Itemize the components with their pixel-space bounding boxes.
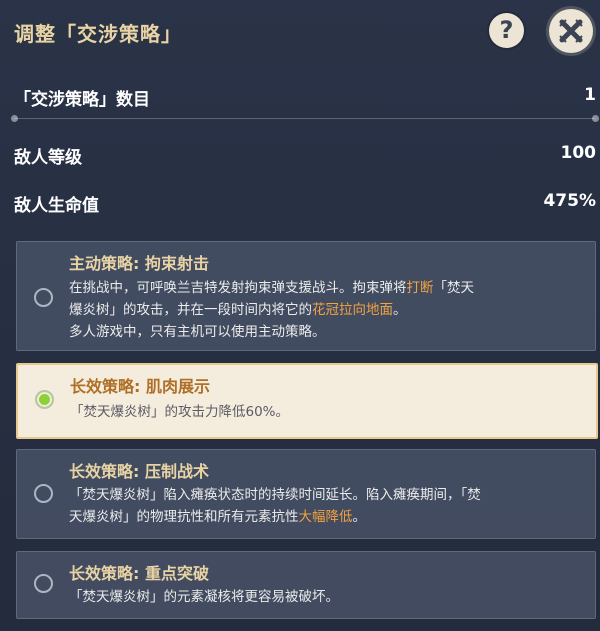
desc-text: 在挑战中，可呼唤兰吉特发射拘束弹支援战斗。拘束弹将 [69, 280, 407, 296]
desc-text: 「焚天爆炎树」的攻击力降低60%。 [70, 404, 290, 420]
radio-unselected[interactable] [34, 288, 53, 307]
strategy-description: 在挑战中，可呼唤兰吉特发射拘束弹支援战斗。拘束弹将打断「焚天 爆炎树」的攻击，并… [69, 277, 581, 343]
radio-selected[interactable] [35, 390, 54, 409]
strategy-description: 「焚天爆炎树」的元素凝核将更容易被破坏。 [69, 586, 581, 608]
radio-unselected[interactable] [34, 574, 53, 593]
desc-highlight: 大幅降低 [298, 509, 353, 525]
strategy-description: 「焚天爆炎树」陷入瘫痪状态时的持续时间延长。陷入瘫痪期间，「焚 天爆炎树」的物理… [69, 484, 581, 528]
strategy-card-restraint-shot[interactable]: 主动策略: 拘束射击 在挑战中，可呼唤兰吉特发射拘束弹支援战斗。拘束弹将打断「焚… [16, 241, 596, 351]
enemy-hp-row: 敌人生命值 475% [14, 187, 596, 217]
strategy-title: 主动策略: 拘束射击 [69, 254, 209, 273]
strategy-card-suppression-tactics[interactable]: 长效策略: 压制战术 「焚天爆炎树」陷入瘫痪状态时的持续时间延长。陷入瘫痪期间，… [16, 449, 596, 539]
enemy-level-label: 敌人等级 [14, 148, 82, 168]
strategy-title: 长效策略: 肌肉展示 [70, 377, 210, 396]
panel-title: 调整「交涉策略」 [14, 22, 182, 46]
radio-unselected[interactable] [34, 484, 53, 503]
enemy-hp-label: 敌人生命值 [14, 196, 99, 216]
desc-text: 「焚天爆炎树」的元素凝核将更容易被破坏。 [69, 589, 339, 605]
strategy-panel: 调整「交涉策略」 ? 「交涉策略」数目 1 敌人等级 100 敌人生命值 475… [0, 0, 600, 631]
strategy-count-row: 「交涉策略」数目 1 [14, 81, 596, 111]
close-icon [559, 19, 583, 43]
help-button[interactable]: ? [489, 13, 524, 48]
enemy-level-row: 敌人等级 100 [14, 139, 596, 169]
desc-highlight: 花冠拉向地面 [312, 302, 393, 318]
divider [11, 115, 599, 122]
question-icon: ? [499, 16, 514, 44]
strategy-title: 长效策略: 重点突破 [69, 564, 209, 583]
desc-text: 天爆炎树」的物理抗性和所有元素抗性 [69, 509, 299, 525]
strategy-title: 长效策略: 压制战术 [69, 462, 209, 481]
strategy-description: 「焚天爆炎树」的攻击力降低60%。 [70, 401, 582, 423]
strategy-card-key-breakthrough[interactable]: 长效策略: 重点突破 「焚天爆炎树」的元素凝核将更容易被破坏。 [16, 551, 596, 619]
desc-text: 。 [352, 509, 367, 525]
strategy-count-label: 「交涉策略」数目 [14, 90, 150, 110]
desc-text: 「焚天 [433, 280, 475, 296]
enemy-hp-value: 475% [543, 191, 596, 211]
enemy-level-value: 100 [560, 143, 597, 163]
desc-text: 「焚天爆炎树」陷入瘫痪状态时的持续时间延长。陷入瘫痪期间，「焚 [69, 487, 481, 503]
close-button[interactable] [549, 9, 593, 53]
strategy-count-value: 1 [584, 85, 596, 105]
desc-text: 爆炎树」的攻击，并在一段时间内将它的 [69, 302, 312, 318]
desc-text: 。 [393, 302, 407, 318]
desc-text: 多人游戏中，只有主机可以使用主动策略。 [69, 324, 326, 340]
desc-highlight: 打断 [406, 280, 434, 296]
strategy-card-muscle-display[interactable]: 长效策略: 肌肉展示 「焚天爆炎树」的攻击力降低60%。 [16, 363, 598, 439]
